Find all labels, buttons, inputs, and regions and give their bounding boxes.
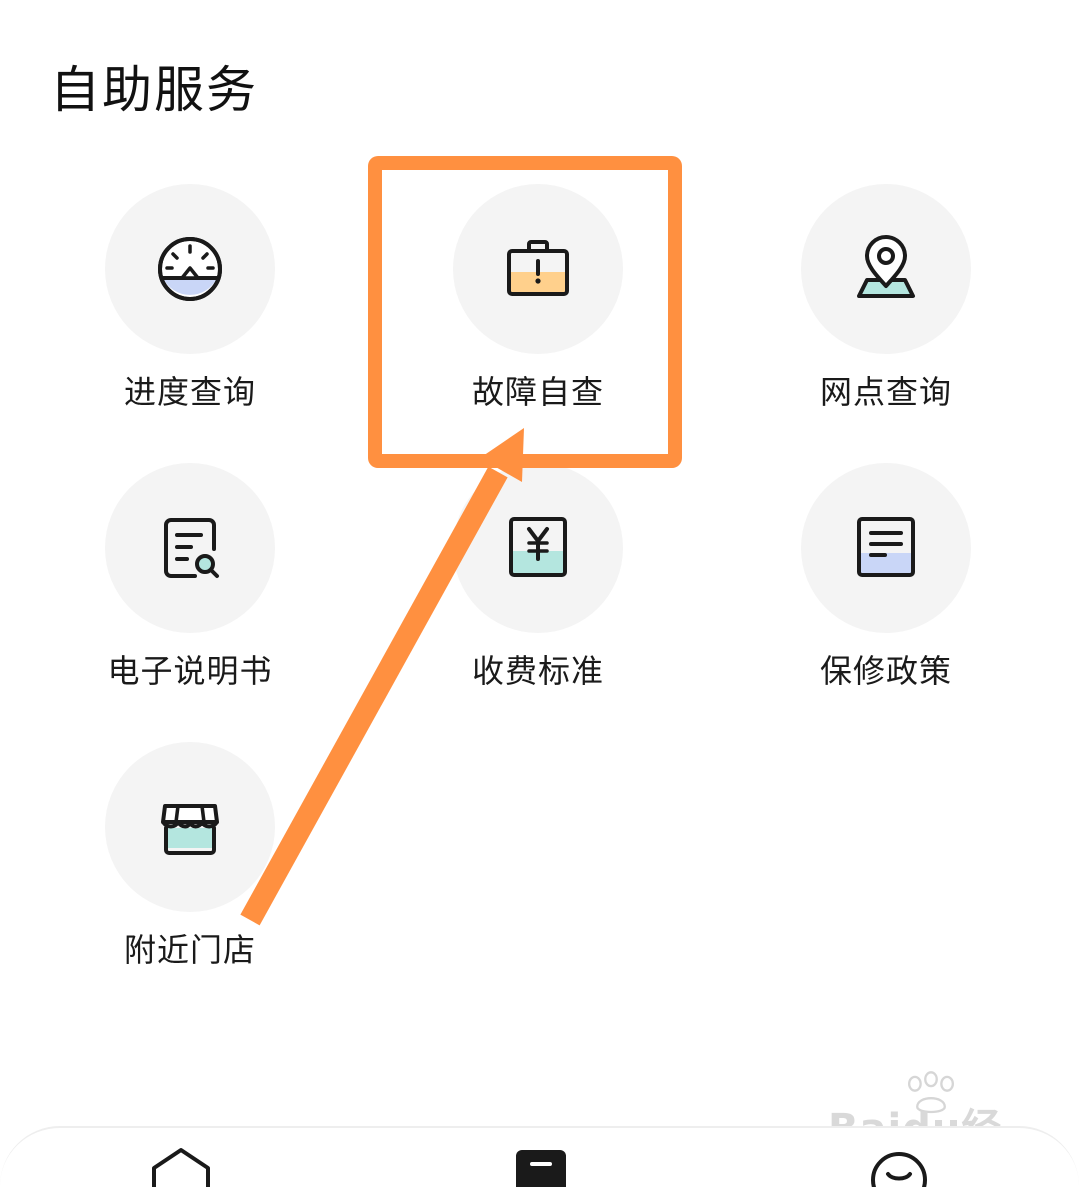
service-label: 故障自查	[471, 373, 604, 411]
bottom-navigation-bar	[0, 1126, 1079, 1187]
service-outlet-query[interactable]: 网点查询	[736, 184, 1036, 444]
self-service-page: 自助服务 进度查询 故障自查 网点查询 电子说明书 收费标准 保修政策 附近门店	[0, 0, 1079, 1187]
storefront-icon	[161, 804, 219, 855]
service-label: 进度查询	[123, 373, 256, 411]
map-pin-icon	[857, 235, 915, 298]
service-label: 附近门店	[123, 931, 256, 969]
service-fee-standard[interactable]: 收费标准	[388, 463, 688, 723]
service-label: 网点查询	[819, 373, 952, 411]
service-warranty-policy[interactable]: 保修政策	[736, 463, 1036, 723]
speedometer-icon	[158, 237, 222, 301]
service-icon-circle	[105, 184, 275, 354]
service-nearby-store[interactable]: 附近门店	[40, 742, 340, 1002]
nav-home[interactable]	[146, 1146, 216, 1187]
service-fault-self-check[interactable]: 故障自查	[388, 184, 688, 444]
service-icon-circle	[801, 184, 971, 354]
service-icon-circle	[105, 463, 275, 633]
service-icon-circle	[453, 184, 623, 354]
document-search-icon	[164, 518, 219, 578]
service-label: 收费标准	[471, 652, 604, 690]
profile-icon	[871, 1152, 927, 1187]
service-icon-circle	[801, 463, 971, 633]
service-progress-query[interactable]: 进度查询	[40, 184, 340, 444]
service-label: 电子说明书	[107, 652, 273, 690]
paw-icon	[908, 1071, 954, 1114]
service-e-manual[interactable]: 电子说明书	[40, 463, 340, 723]
home-icon	[152, 1148, 210, 1187]
service-icon-circle	[453, 463, 623, 633]
service-icon	[516, 1150, 566, 1187]
nav-profile[interactable]	[864, 1146, 934, 1187]
section-title: 自助服务	[50, 61, 258, 119]
yen-receipt-icon	[509, 517, 567, 577]
service-icon-circle	[105, 742, 275, 912]
toolbox-alert-icon	[507, 240, 569, 296]
policy-document-icon	[857, 517, 915, 577]
nav-service[interactable]	[506, 1146, 576, 1187]
service-label: 保修政策	[819, 652, 952, 690]
